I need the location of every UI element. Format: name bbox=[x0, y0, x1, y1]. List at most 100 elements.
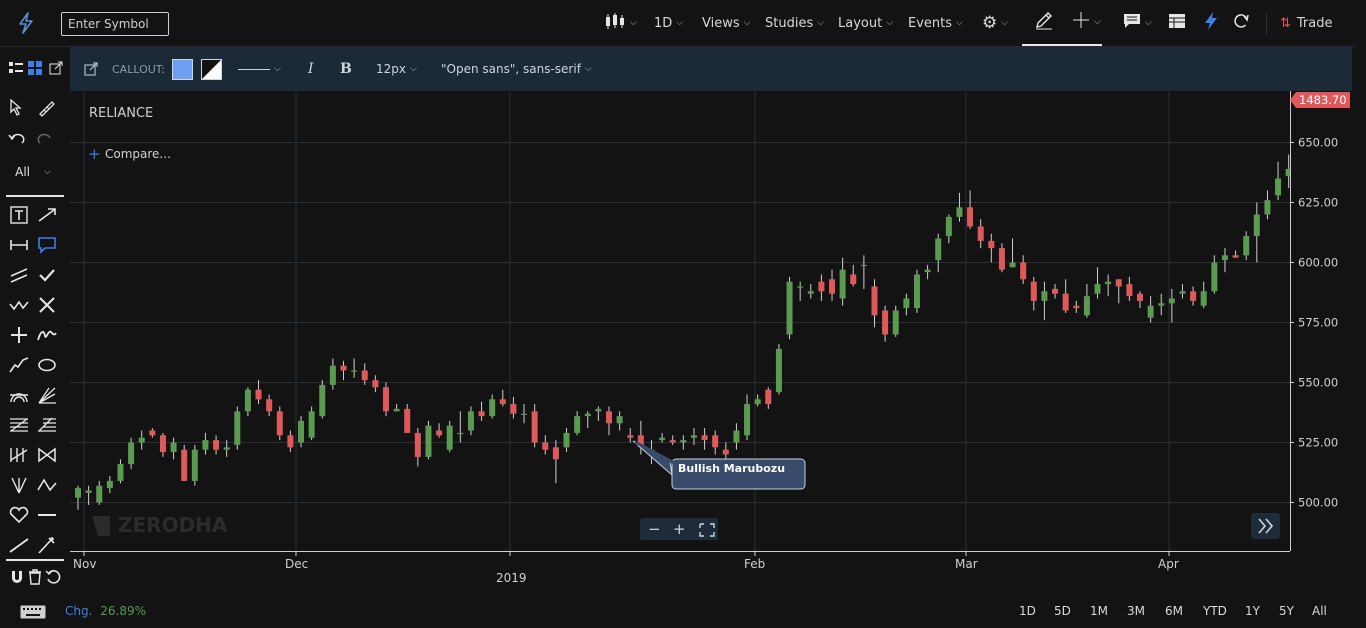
range-button[interactable]: 6M bbox=[1165, 604, 1183, 618]
crosshair-icon[interactable] bbox=[1072, 11, 1090, 33]
range-button[interactable]: 5Y bbox=[1279, 604, 1294, 618]
price-axis[interactable]: 650.00 625.00 600.00 575.00 550.00 525.00 500.… bbox=[1290, 91, 1352, 551]
candle-body bbox=[956, 207, 963, 217]
candle-body bbox=[1168, 298, 1175, 304]
range-button[interactable]: 1D bbox=[1019, 604, 1036, 618]
fib-arc-icon[interactable] bbox=[7, 383, 31, 407]
chevron-down-icon: ⌵ bbox=[1145, 18, 1152, 28]
chart-type-button[interactable]: ⌵ bbox=[604, 0, 637, 46]
reset-icon[interactable] bbox=[41, 565, 65, 589]
wave-tool-icon[interactable] bbox=[7, 293, 31, 317]
check-tool-icon[interactable] bbox=[35, 263, 59, 287]
candle-body bbox=[1221, 255, 1228, 261]
pitchfork-icon[interactable] bbox=[7, 443, 31, 467]
candle-body bbox=[616, 416, 623, 424]
divider bbox=[6, 559, 64, 561]
trend-line-icon[interactable] bbox=[7, 533, 31, 557]
range-button[interactable]: 3M bbox=[1127, 604, 1145, 618]
ruler-icon[interactable] bbox=[34, 96, 58, 120]
symbol-search-input[interactable] bbox=[66, 16, 170, 32]
interval-menu[interactable]: 1D ⌵ bbox=[654, 0, 683, 46]
views-label: Views bbox=[702, 15, 740, 31]
italic-button[interactable]: I bbox=[308, 47, 314, 91]
redo-icon[interactable] bbox=[33, 127, 57, 151]
keyboard-icon[interactable] bbox=[20, 604, 46, 623]
bold-button[interactable]: B bbox=[340, 47, 352, 91]
popout-icon[interactable] bbox=[44, 56, 68, 80]
studies-menu[interactable]: Studies ⌵ bbox=[765, 0, 824, 46]
events-label: Events bbox=[908, 15, 953, 31]
events-menu[interactable]: Events ⌵ bbox=[908, 0, 963, 46]
page-scrollbar[interactable] bbox=[1355, 0, 1366, 628]
measure-tool-icon[interactable] bbox=[7, 233, 31, 257]
bowtie-icon[interactable] bbox=[35, 443, 59, 467]
compare-label: Compare... bbox=[105, 147, 171, 161]
gann-fan-icon[interactable] bbox=[35, 383, 59, 407]
candle-body bbox=[382, 387, 389, 412]
polyline-tool-icon[interactable] bbox=[7, 353, 31, 377]
drawing-toolbar: CALLOUT: ⌵ I B 12px ⌵ "Open sans", sans-s… bbox=[70, 47, 1352, 91]
fill-color-swatch[interactable] bbox=[172, 47, 193, 91]
lightning-button[interactable] bbox=[1203, 0, 1219, 46]
andrews-fork-icon[interactable] bbox=[7, 473, 31, 497]
heart-icon[interactable] bbox=[7, 503, 31, 527]
candle bbox=[775, 344, 782, 395]
zigzag-icon[interactable] bbox=[35, 473, 59, 497]
trade-button[interactable]: ⇅ Trade bbox=[1280, 0, 1333, 46]
range-button[interactable]: YTD bbox=[1203, 604, 1227, 618]
data-table-button[interactable] bbox=[1168, 0, 1186, 46]
candle-body bbox=[903, 298, 910, 309]
line-color-swatch[interactable] bbox=[201, 47, 222, 91]
detach-icon[interactable] bbox=[84, 47, 98, 91]
tool-filter-dropdown[interactable]: All ⌵ bbox=[8, 160, 58, 184]
text-tool-icon[interactable] bbox=[7, 203, 31, 227]
time-axis[interactable]: Nov Dec 2019 Feb Mar Apr bbox=[70, 551, 1290, 591]
zoom-out-button[interactable]: − bbox=[648, 520, 661, 538]
magic-tool-icon[interactable] bbox=[35, 533, 59, 557]
range-button[interactable]: All bbox=[1312, 604, 1327, 618]
cross-tool-icon[interactable] bbox=[35, 293, 59, 317]
scroll-to-latest-button[interactable] bbox=[1251, 513, 1280, 539]
font-family-dropdown[interactable]: "Open sans", sans-serif ⌵ bbox=[441, 47, 592, 91]
cursor-icon[interactable] bbox=[6, 96, 30, 120]
freehand-tool-icon[interactable] bbox=[35, 323, 59, 347]
settings-button[interactable]: ⚙ ⌵ bbox=[982, 0, 1008, 46]
candle-body bbox=[181, 449, 188, 481]
price-chart[interactable]: ZERODHA RELIANCE + Compare... Bullish Ma… bbox=[70, 91, 1290, 551]
zoom-in-button[interactable]: + bbox=[673, 520, 686, 538]
horizontal-line-icon[interactable] bbox=[35, 503, 59, 527]
candle-body bbox=[839, 269, 846, 299]
comment-button[interactable]: ⌵ bbox=[1123, 0, 1152, 46]
line-style-dropdown[interactable]: ⌵ bbox=[238, 47, 281, 91]
draw-tools-button[interactable]: ⌵ bbox=[1022, 0, 1102, 46]
candle-body bbox=[117, 464, 124, 481]
callout-tool-icon[interactable] bbox=[35, 233, 59, 257]
candle-body bbox=[287, 435, 294, 448]
candle-body bbox=[340, 365, 347, 371]
symbol-search[interactable] bbox=[61, 12, 170, 36]
fib-retracement-icon[interactable] bbox=[7, 413, 31, 437]
compare-button[interactable]: + Compare... bbox=[88, 145, 171, 163]
candle-body bbox=[775, 348, 782, 393]
font-size-dropdown[interactable]: 12px ⌵ bbox=[376, 47, 417, 91]
candle-body bbox=[627, 435, 634, 438]
undo-icon[interactable] bbox=[5, 127, 29, 151]
kite-logo-icon[interactable] bbox=[16, 0, 36, 46]
refresh-button[interactable] bbox=[1232, 0, 1250, 46]
plus-tool-icon[interactable] bbox=[7, 323, 31, 347]
range-button[interactable]: 1M bbox=[1090, 604, 1108, 618]
arrow-tool-icon[interactable] bbox=[35, 203, 59, 227]
parallel-lines-icon[interactable] bbox=[7, 263, 31, 287]
range-button[interactable]: 1Y bbox=[1245, 604, 1260, 618]
range-button[interactable]: 5D bbox=[1054, 604, 1071, 618]
fib-extension-icon[interactable] bbox=[35, 413, 59, 437]
candle-body bbox=[223, 447, 230, 450]
views-menu[interactable]: Views ⌵ bbox=[702, 0, 750, 46]
ellipse-tool-icon[interactable] bbox=[35, 353, 59, 377]
candle bbox=[181, 444, 188, 481]
candle-body bbox=[1264, 200, 1271, 215]
chart-symbol-label: RELIANCE bbox=[89, 106, 153, 121]
layout-menu[interactable]: Layout ⌵ bbox=[838, 0, 893, 46]
candle-body bbox=[329, 365, 336, 385]
candle bbox=[276, 406, 283, 441]
